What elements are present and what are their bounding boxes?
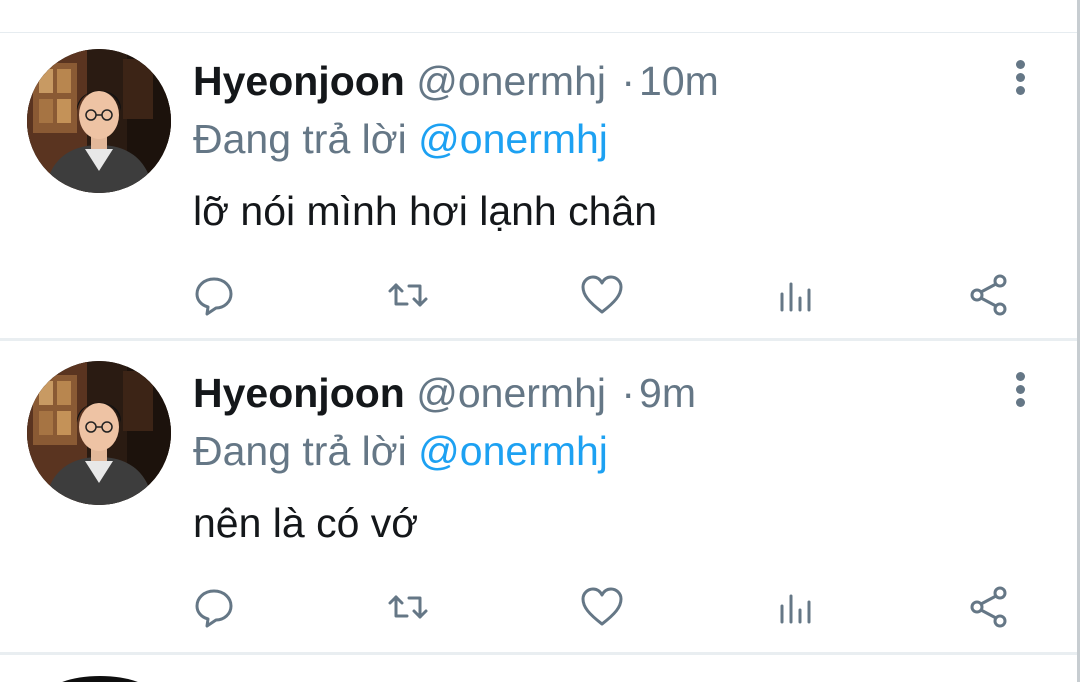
- timeline-feed: Hyeonjoon @onermhj ·10m Đang trả lời @on…: [0, 0, 1080, 682]
- comment-icon[interactable]: [189, 270, 239, 320]
- divider: [0, 32, 1080, 33]
- retweet-icon[interactable]: [383, 582, 433, 632]
- separator-dot: ·: [621, 370, 636, 416]
- tweet-actions: [0, 270, 1077, 320]
- display-name[interactable]: Hyeonjoon: [193, 58, 405, 104]
- vertical-dots-icon[interactable]: [1008, 58, 1034, 98]
- vertical-dots-icon[interactable]: [1008, 370, 1034, 410]
- tweet-header: Hyeonjoon @onermhj ·10m: [193, 56, 719, 106]
- retweet-icon[interactable]: [383, 270, 433, 320]
- tweet-text: nên là có vớ: [193, 500, 419, 546]
- tweet-text: lỡ nói mình hơi lạnh chân: [193, 188, 658, 234]
- analytics-icon[interactable]: [771, 582, 821, 632]
- user-handle[interactable]: @onermhj: [416, 370, 606, 416]
- avatar[interactable]: [27, 361, 171, 505]
- tweet-card[interactable]: Hyeonjoon @onermhj ·9m Đang trả lời @one…: [0, 346, 1077, 651]
- profile-photo: [27, 361, 171, 505]
- tweet-header: Hyeonjoon @onermhj ·9m: [193, 368, 696, 418]
- tweet-card[interactable]: Hyeonjoon @onermhj ·10m Đang trả lời @on…: [0, 34, 1077, 339]
- reply-prefix: Đang trả lời: [193, 428, 407, 474]
- profile-photo: [27, 49, 171, 193]
- divider: [0, 652, 1080, 655]
- reply-to-handle[interactable]: @onermhj: [418, 116, 608, 162]
- avatar[interactable]: [47, 676, 153, 682]
- tweet-actions: [0, 582, 1077, 632]
- comment-icon[interactable]: [189, 582, 239, 632]
- user-handle[interactable]: @onermhj: [416, 58, 606, 104]
- reply-context: Đang trả lời @onermhj: [193, 114, 608, 164]
- avatar[interactable]: [27, 49, 171, 193]
- separator-dot: ·: [621, 58, 636, 104]
- timestamp[interactable]: 10m: [639, 58, 719, 104]
- divider: [0, 338, 1080, 341]
- timestamp[interactable]: 9m: [639, 370, 696, 416]
- heart-icon[interactable]: [577, 270, 627, 320]
- share-icon[interactable]: [964, 270, 1014, 320]
- share-icon[interactable]: [964, 582, 1014, 632]
- reply-context: Đang trả lời @onermhj: [193, 426, 608, 476]
- display-name[interactable]: Hyeonjoon: [193, 370, 405, 416]
- reply-to-handle[interactable]: @onermhj: [418, 428, 608, 474]
- analytics-icon[interactable]: [771, 270, 821, 320]
- heart-icon[interactable]: [577, 582, 627, 632]
- reply-prefix: Đang trả lời: [193, 116, 407, 162]
